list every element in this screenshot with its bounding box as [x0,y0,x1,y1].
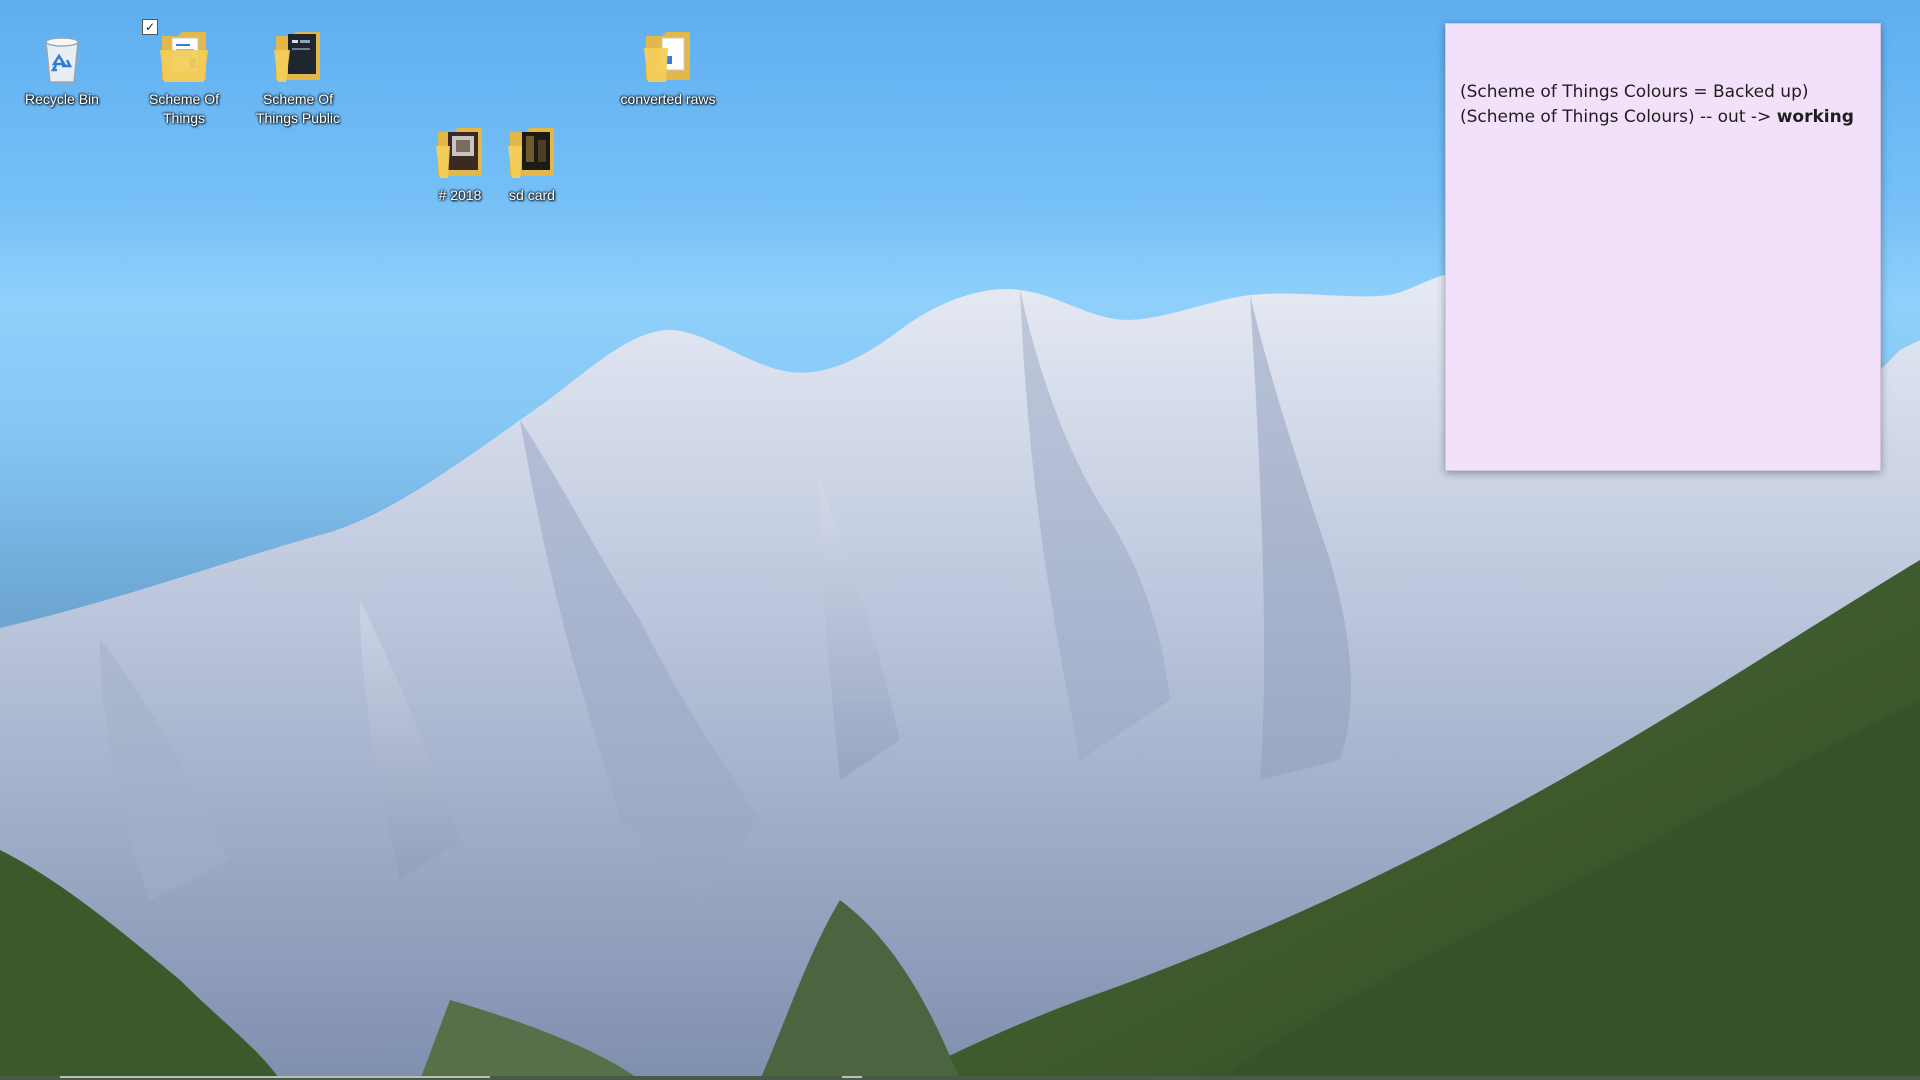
desktop-icon-scheme-of-things-public[interactable]: Scheme Of Things Public [246,26,350,128]
note-bold-text: working [1776,107,1854,127]
icon-label: converted raws [620,91,716,107]
folder-photo-icon [502,122,562,182]
icon-label: Scheme Of Things [148,91,220,126]
sticky-note-text[interactable]: (Scheme of Things Colours = Backed up) (… [1460,80,1866,130]
folder-dark-icon [268,26,328,86]
icon-label: Recycle Bin [25,91,99,107]
note-line-1: (Scheme of Things Colours = Backed up) [1460,82,1809,102]
recycle-bin-icon [32,26,92,86]
icon-label: Scheme Of Things Public [255,91,341,126]
note-line-2: (Scheme of Things Colours) -- out -> wor… [1460,105,1866,130]
note-line-2-text: (Scheme of Things Colours) -- out -> [1460,107,1777,127]
folder-documents-icon [154,26,214,86]
desktop-icon-recycle-bin[interactable]: Recycle Bin [10,26,114,109]
desktop-icon-scheme-of-things[interactable]: ✓ Scheme Of Things [132,19,236,128]
icon-label: # 2018 [438,187,482,203]
folder-documents-icon [638,26,698,86]
icon-label: sd card [509,187,555,203]
sticky-note[interactable]: (Scheme of Things Colours = Backed up) (… [1445,23,1881,471]
desktop[interactable]: Recycle Bin ✓ Scheme Of Things Scheme Of… [0,0,1920,1080]
desktop-icon-sd-card[interactable]: sd card [480,122,584,205]
desktop-icon-converted-raws[interactable]: converted raws [616,26,720,109]
taskbar-edge [0,1076,1920,1080]
